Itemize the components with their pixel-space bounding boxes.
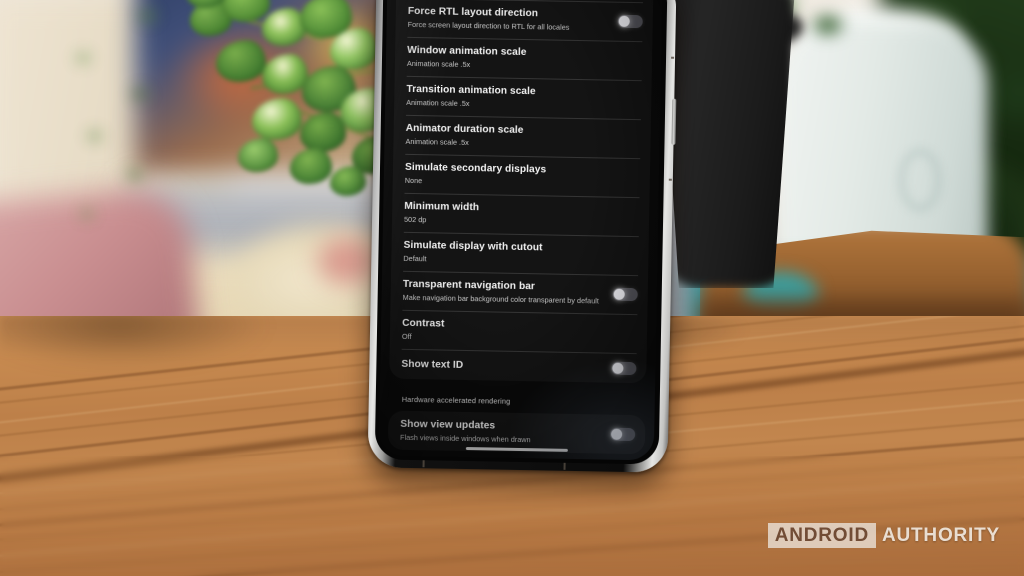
toggle-knob xyxy=(613,288,625,300)
setting-row-window-animation-scale[interactable]: Window animation scale Animation scale .… xyxy=(395,37,653,81)
frame-antenna-seam xyxy=(422,460,425,468)
watermark-suffix: AUTHORITY xyxy=(881,524,1000,546)
setting-row-simulate-secondary-displays[interactable]: Simulate secondary displays None xyxy=(393,154,651,198)
smartphone: Show layout bounds Show clip bounds, mar… xyxy=(367,0,677,473)
ceramic-jar-marking xyxy=(900,150,940,210)
hanging-pothos-plant xyxy=(0,0,420,300)
plant-leaf xyxy=(290,148,332,184)
setting-row-minimum-width[interactable]: Minimum width 502 dp xyxy=(392,193,650,237)
plant-leaf xyxy=(262,54,308,94)
phone-screen[interactable]: Show layout bounds Show clip bounds, mar… xyxy=(378,0,663,461)
vine-trail xyxy=(30,0,220,250)
setting-row-simulate-display-with-cutout[interactable]: Simulate display with cutout Default xyxy=(391,232,649,276)
plant-leaf xyxy=(300,112,346,152)
toggle-switch-transparent-navigation-bar[interactable] xyxy=(612,287,638,302)
frame-antenna-seam xyxy=(671,56,675,59)
plant-leaf xyxy=(330,166,366,196)
watermark-brand: ANDROID xyxy=(767,523,876,548)
table-blur-front xyxy=(0,456,1024,576)
setting-row-force-rtl[interactable]: Force RTL layout direction Force screen … xyxy=(395,0,653,41)
plant-leaf xyxy=(252,98,302,140)
toggle-switch-force-rtl[interactable] xyxy=(617,14,643,29)
watermark: ANDROID AUTHORITY xyxy=(767,523,1000,548)
table-shadow-left xyxy=(0,316,270,366)
setting-title: Show text ID xyxy=(401,358,464,371)
plant-leaf xyxy=(238,138,278,172)
setting-subtitle: Flash views inside windows when drawn xyxy=(399,432,531,445)
setting-row-transition-animation-scale[interactable]: Transition animation scale Animation sca… xyxy=(394,76,652,120)
developer-options-list[interactable]: Show layout bounds Show clip bounds, mar… xyxy=(379,0,663,460)
setting-row-transparent-navigation-bar[interactable]: Transparent navigation bar Make navigati… xyxy=(390,271,648,315)
setting-subtitle: Make navigation bar background color tra… xyxy=(402,292,600,306)
setting-subtitle: Force screen layout direction to RTL for… xyxy=(407,19,570,32)
toggle-knob xyxy=(612,362,624,374)
frame-antenna-seam xyxy=(668,178,672,181)
setting-row-contrast[interactable]: Contrast Off xyxy=(390,310,648,354)
frame-antenna-seam xyxy=(563,462,566,470)
plant-pot xyxy=(660,0,795,288)
setting-row-show-text-id[interactable]: Show text ID xyxy=(389,349,647,384)
toggle-knob xyxy=(618,15,630,27)
toggle-switch-show-text-id[interactable] xyxy=(611,361,637,375)
power-button[interactable] xyxy=(671,98,677,145)
settings-card-drawing: Show layout bounds Show clip bounds, mar… xyxy=(389,0,654,384)
toggle-knob xyxy=(611,428,623,440)
setting-row-animator-duration-scale[interactable]: Animator duration scale Animation scale … xyxy=(393,115,651,159)
toggle-switch-show-view-updates[interactable] xyxy=(610,427,636,442)
photo-scene: Show layout bounds Show clip bounds, mar… xyxy=(0,0,1024,576)
plant-leaf xyxy=(216,40,266,82)
plant-leaf xyxy=(262,8,306,46)
